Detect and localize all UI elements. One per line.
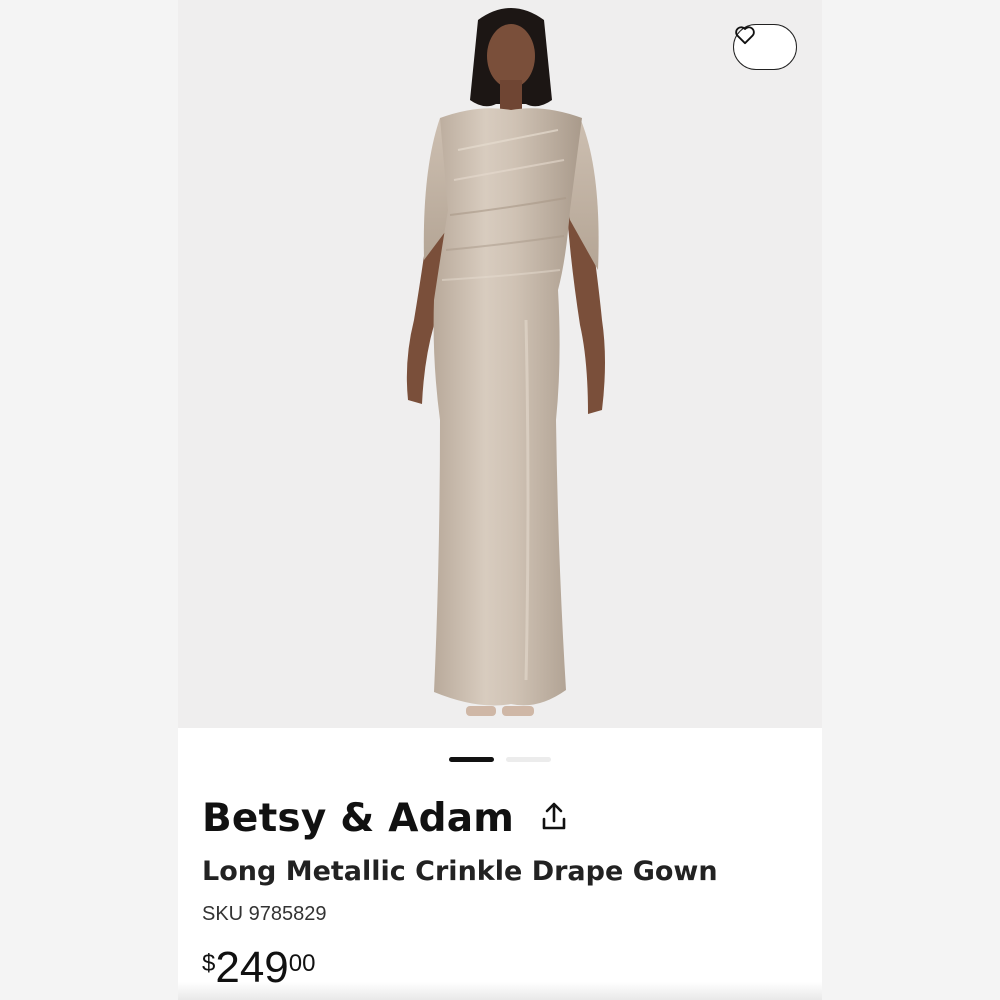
product-page: Betsy & Adam Long Metallic Crinkle Drape… <box>178 0 822 1000</box>
product-title: Long Metallic Crinkle Drape Gown <box>202 856 718 887</box>
favorite-button[interactable] <box>733 24 797 70</box>
model-in-gown-illustration <box>406 8 605 716</box>
brand-row: Betsy & Adam <box>202 796 568 841</box>
gallery-dot-2[interactable] <box>506 757 551 762</box>
gallery-dot-1[interactable] <box>449 757 494 762</box>
bottom-fade <box>178 982 822 1000</box>
brand-name[interactable]: Betsy & Adam <box>202 796 514 841</box>
gallery-pagination <box>178 757 822 763</box>
product-image[interactable] <box>178 0 822 728</box>
price-currency: $ <box>202 950 216 977</box>
product-sku: SKU 9785829 <box>202 903 327 925</box>
share-button[interactable] <box>540 802 568 836</box>
share-upload-icon <box>541 801 567 836</box>
price-cents: 00 <box>288 950 316 977</box>
